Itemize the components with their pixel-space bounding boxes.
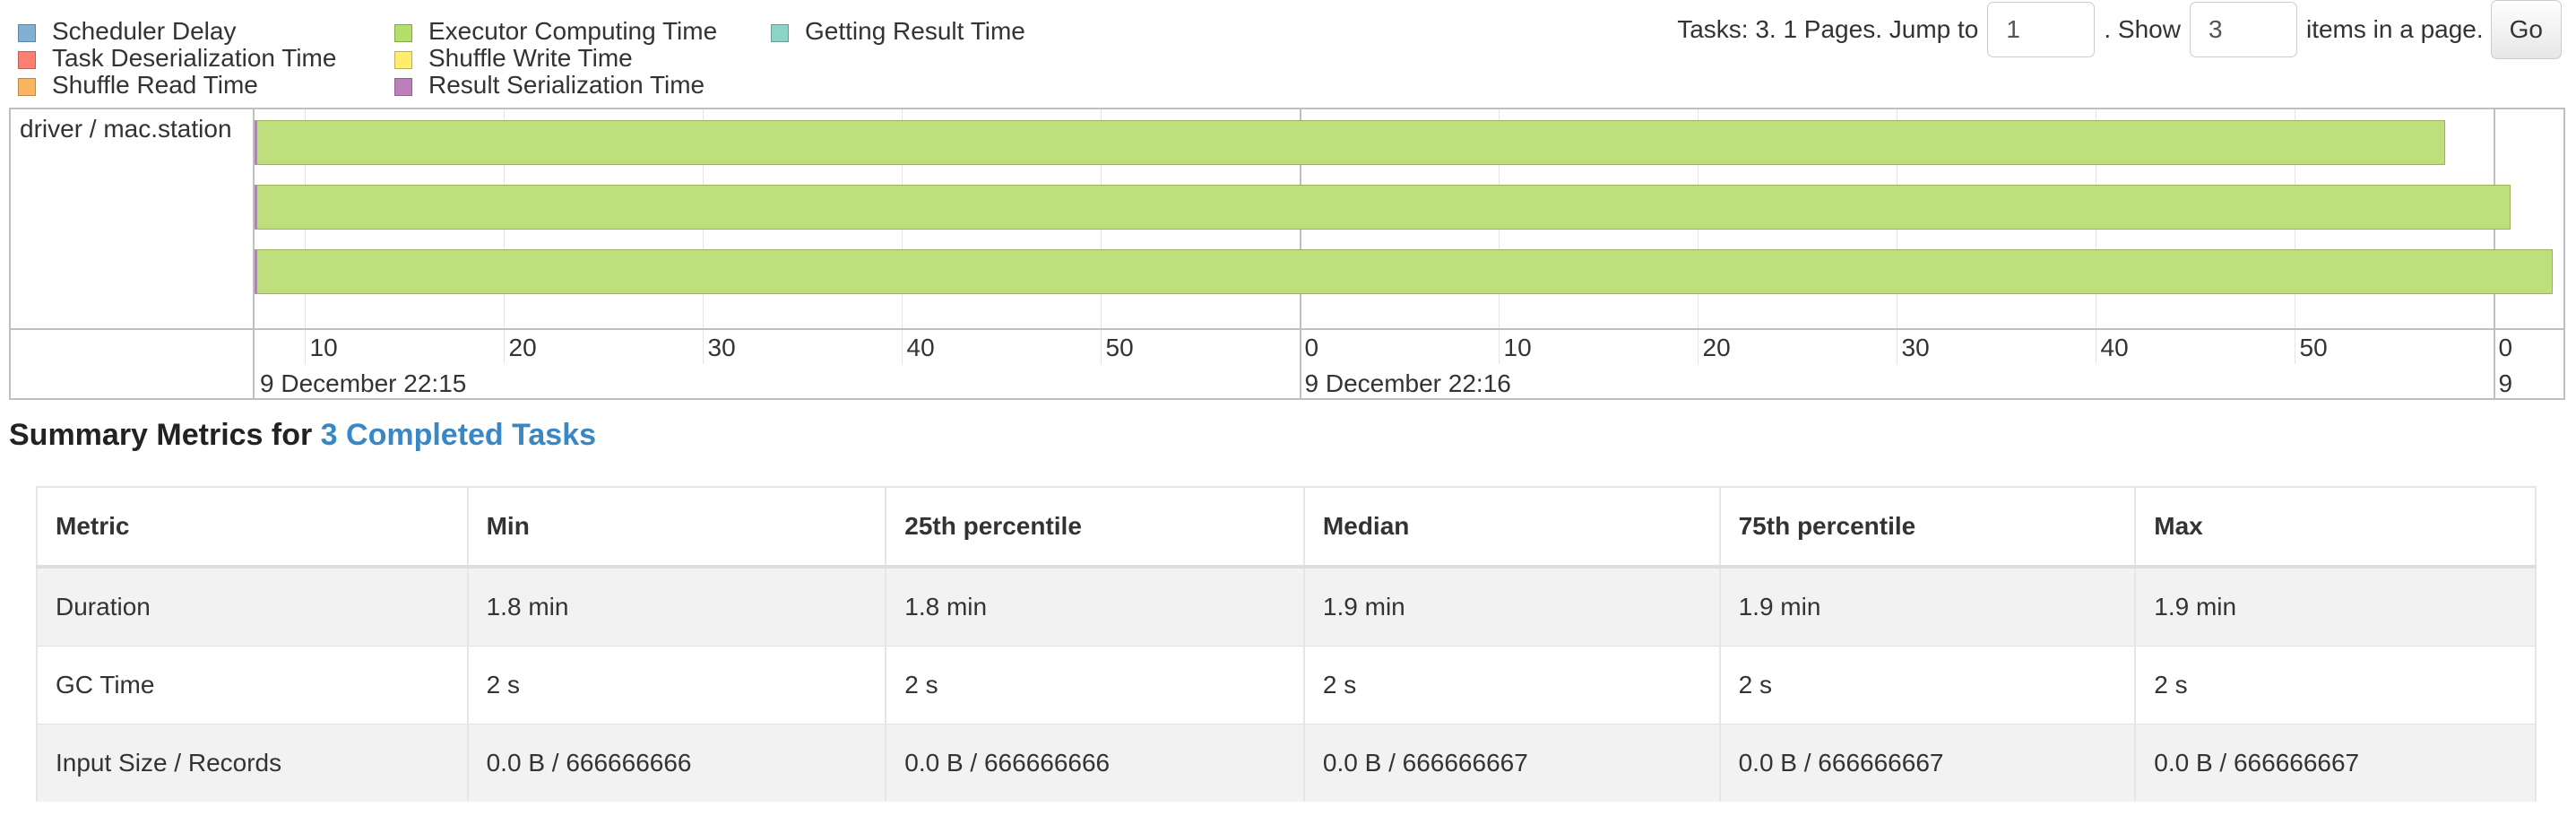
- table-cell: 1.8 min: [467, 566, 887, 647]
- getting-result-swatch: [771, 24, 789, 42]
- task-timeline[interactable]: driver / mac.station 10 20 30 40 50 0 10 20 30 40…: [9, 108, 2565, 400]
- summary-metrics-table: Metric Min 25th percentile Median 75th p…: [36, 486, 2537, 802]
- timeline-tick-label: 20: [1702, 334, 1731, 361]
- legend-label: Result Serialization Time: [428, 71, 705, 99]
- table-cell: 1.8 min: [886, 566, 1305, 647]
- timeline-axis-tick: [503, 330, 505, 364]
- table-row: Duration 1.8 min 1.8 min 1.9 min 1.9 min…: [36, 566, 2537, 647]
- task-pagination: Tasks: 3. 1 Pages. Jump to . Show items …: [1677, 0, 2562, 59]
- timeline-tick-label: 20: [508, 334, 537, 361]
- timeline-major-label: 9 December 22:15: [260, 369, 467, 397]
- legend-label: Task Deserialization Time: [52, 44, 337, 72]
- timeline-major-label: 9: [2498, 369, 2513, 397]
- table-row: GC Time 2 s 2 s 2 s 2 s 2 s: [36, 646, 2537, 725]
- executor-computing-swatch: [394, 24, 412, 42]
- timeline-axis-tick: [901, 330, 903, 364]
- table-row: Input Size / Records 0.0 B / 666666666 0…: [36, 724, 2537, 802]
- completed-tasks-link[interactable]: 3 Completed Tasks: [321, 418, 596, 452]
- timeline-tick-label: 50: [2299, 334, 2328, 361]
- timeline-axis-tick: [702, 330, 704, 364]
- timeline-axis-tick: [304, 330, 306, 364]
- timeline-axis-tick: [1498, 330, 1500, 364]
- legend-label: Shuffle Write Time: [428, 44, 633, 72]
- tasks-pages-text: Tasks: 3. 1 Pages. Jump to: [1677, 15, 1979, 43]
- timeline-tick-label: 0: [2498, 334, 2513, 361]
- table-cell: 2 s: [2135, 646, 2537, 725]
- timeline-group-column: driver / mac.station: [11, 109, 255, 398]
- table-header-row: Metric Min 25th percentile Median 75th p…: [36, 486, 2537, 569]
- timeline-task-bar[interactable]: [255, 249, 2554, 294]
- column-header-min[interactable]: Min: [467, 486, 887, 569]
- table-cell: 0.0 B / 666666667: [2135, 724, 2537, 802]
- shuffle-write-swatch: [394, 51, 412, 69]
- timeline-axis-tick: [2493, 330, 2495, 398]
- legend-label: Scheduler Delay: [52, 17, 237, 45]
- timeline-time-axis[interactable]: 10 20 30 40 50 0 10 20 30 40 50 0 9 December 22:15 9 …: [255, 330, 2563, 398]
- column-header-median[interactable]: Median: [1303, 486, 1721, 569]
- timeline-task-bar[interactable]: [255, 185, 2511, 230]
- legend-label: Shuffle Read Time: [52, 71, 258, 99]
- task-deserialization-swatch: [18, 51, 36, 69]
- column-header-max[interactable]: Max: [2135, 486, 2537, 569]
- timeline-tick-label: 10: [309, 334, 338, 361]
- table-cell: Input Size / Records: [36, 724, 469, 802]
- column-header-metric[interactable]: Metric: [36, 486, 469, 569]
- result-serialization-swatch: [394, 78, 412, 96]
- summary-metrics-title: Summary Metrics for 3 Completed Tasks: [9, 418, 596, 453]
- table-cell: 0.0 B / 666666666: [886, 724, 1305, 802]
- timeline-tick-label: 40: [2100, 334, 2129, 361]
- go-button[interactable]: Go: [2490, 0, 2562, 59]
- timeline-tick-label: 50: [1105, 334, 1134, 361]
- table-cell: 0.0 B / 666666667: [1303, 724, 1721, 802]
- table-cell: 2 s: [886, 646, 1305, 725]
- table-cell: Duration: [36, 566, 469, 647]
- legend-label: Executor Computing Time: [428, 17, 718, 45]
- table-cell: 1.9 min: [1303, 566, 1721, 647]
- timeline-axis-tick: [1299, 330, 1301, 398]
- table-cell: 2 s: [1719, 646, 2137, 725]
- table-cell: GC Time: [36, 646, 469, 725]
- column-header-75th-percentile[interactable]: 75th percentile: [1719, 486, 2137, 569]
- table-cell: 1.9 min: [1719, 566, 2137, 647]
- show-text: . Show: [2104, 15, 2181, 43]
- jump-to-page-input[interactable]: [1987, 2, 2096, 57]
- timeline-tick-label: 40: [906, 334, 935, 361]
- shuffle-read-swatch: [18, 78, 36, 96]
- table-cell: 2 s: [467, 646, 887, 725]
- table-cell: 0.0 B / 666666667: [1719, 724, 2137, 802]
- executor-group-label: driver / mac.station: [20, 115, 232, 143]
- timeline-axis-tick: [1100, 330, 1102, 364]
- page-size-input[interactable]: [2189, 2, 2297, 57]
- summary-title-prefix: Summary Metrics for: [9, 418, 321, 452]
- items-per-page-text: items in a page.: [2305, 15, 2484, 43]
- column-header-25th-percentile[interactable]: 25th percentile: [886, 486, 1305, 569]
- legend-label: Getting Result Time: [805, 17, 1025, 45]
- timeline-axis-tick: [1697, 330, 1699, 364]
- scheduler-delay-swatch: [18, 24, 36, 42]
- timeline-tick-label: 30: [1901, 334, 1930, 361]
- timeline-tick-label: 30: [707, 334, 736, 361]
- table-cell: 2 s: [1303, 646, 1721, 725]
- timeline-major-label: 9 December 22:16: [1304, 369, 1511, 397]
- table-cell: 1.9 min: [2135, 566, 2537, 647]
- timeline-task-bar[interactable]: [255, 120, 2446, 165]
- timeline-tick-label: 0: [1304, 334, 1319, 361]
- table-cell: 0.0 B / 666666666: [467, 724, 887, 802]
- timeline-tick-label: 10: [1503, 334, 1532, 361]
- timeline-plot-area[interactable]: [255, 109, 2563, 328]
